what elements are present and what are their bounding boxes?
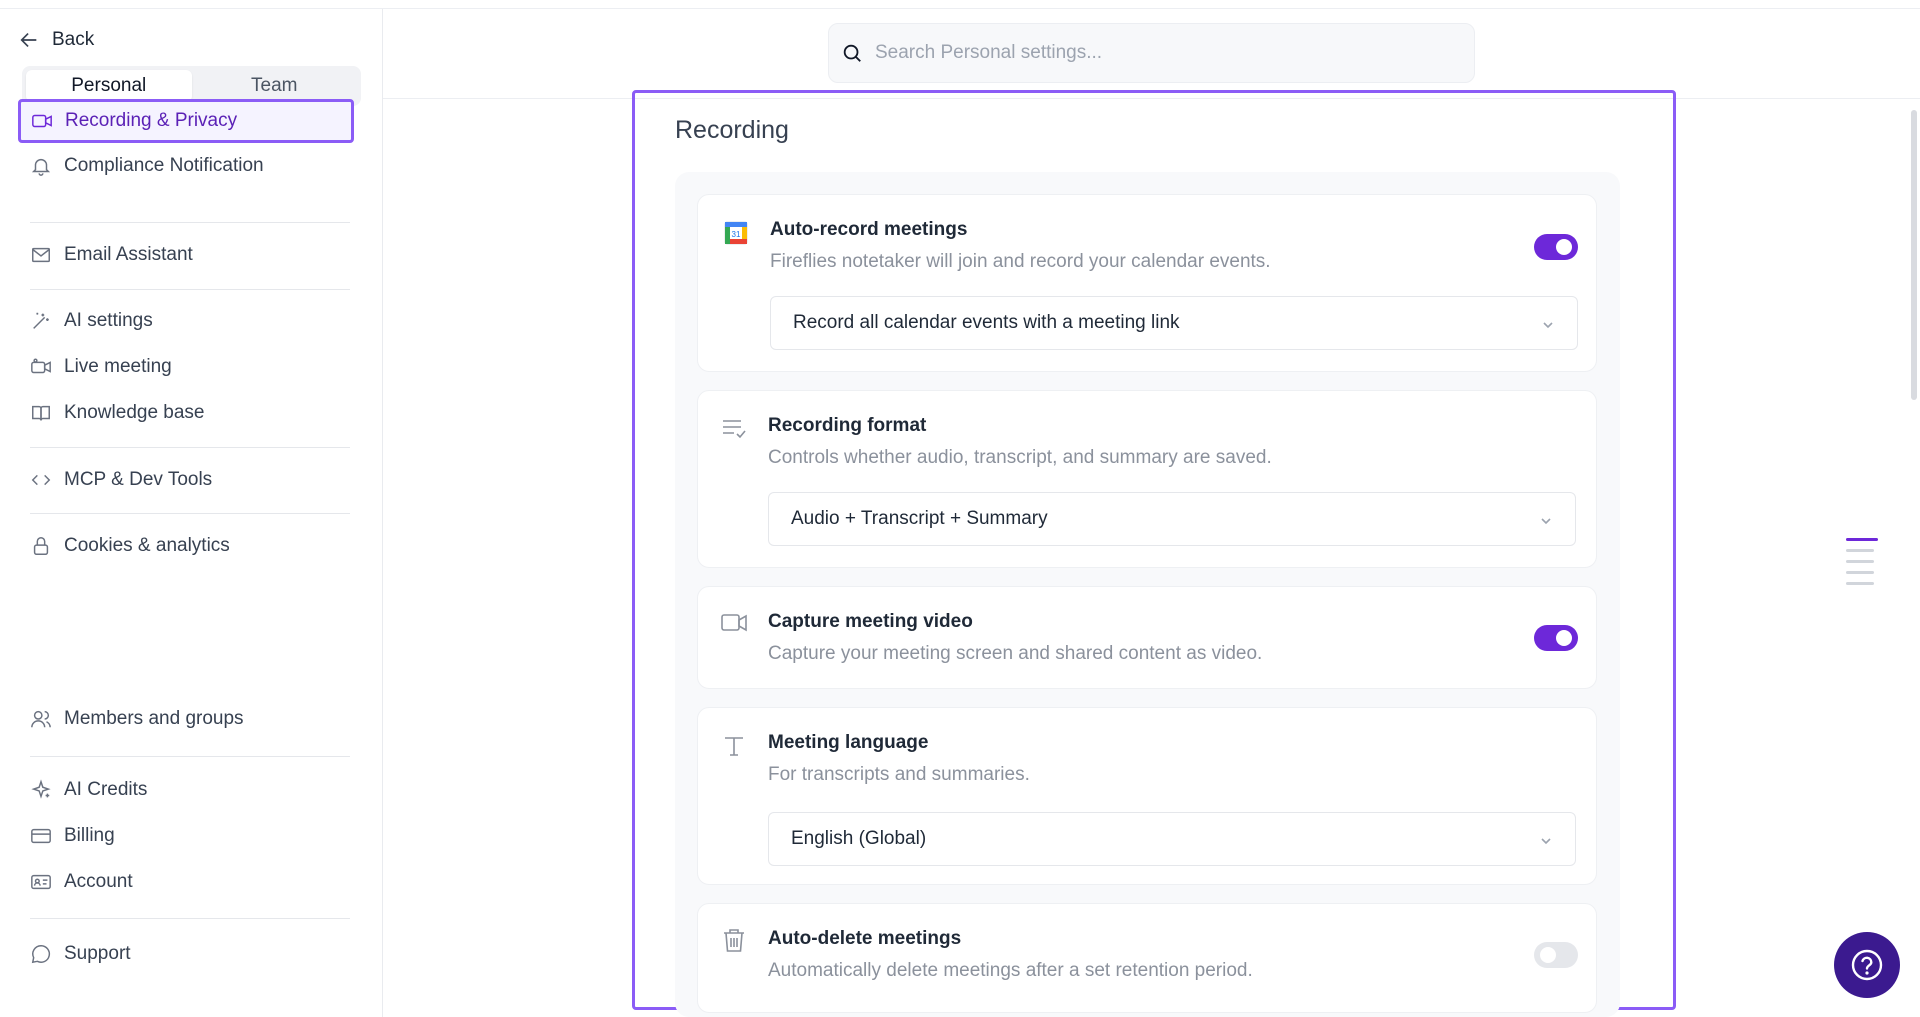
setting-title: Auto-record meetings bbox=[770, 219, 968, 240]
sidebar-item-support[interactable]: Support bbox=[18, 932, 354, 976]
sidebar-item-billing[interactable]: Billing bbox=[18, 814, 354, 858]
sidebar-divider bbox=[30, 918, 350, 919]
sidebar-item-ai-credits[interactable]: AI Credits bbox=[18, 768, 354, 812]
sidebar-item-label: Knowledge base bbox=[64, 402, 205, 423]
sidebar-item-label: Cookies & analytics bbox=[64, 535, 230, 556]
setting-card-auto-delete: Auto-delete meetings Automatically delet… bbox=[697, 903, 1597, 1013]
mail-icon bbox=[32, 247, 50, 263]
setting-card-meeting-language: Meeting language For transcripts and sum… bbox=[697, 707, 1597, 885]
magic-wand-icon bbox=[33, 312, 49, 329]
chevron-down-icon bbox=[1539, 512, 1553, 526]
text-icon bbox=[720, 732, 748, 760]
setting-card-recording-format: Recording format Controls whether audio,… bbox=[697, 390, 1597, 568]
bell-icon bbox=[31, 158, 51, 176]
sidebar-item-label: AI Credits bbox=[64, 779, 148, 800]
sidebar-item-compliance-notification[interactable]: Compliance Notification bbox=[18, 144, 354, 188]
section-marker-active[interactable] bbox=[1846, 538, 1878, 541]
sidebar-divider bbox=[30, 289, 350, 290]
question-circle-icon bbox=[1851, 949, 1883, 981]
search-icon bbox=[843, 44, 861, 62]
setting-description: Controls whether audio, transcript, and … bbox=[768, 447, 1272, 468]
sparkle-icon bbox=[31, 779, 51, 799]
section-title: Recording bbox=[675, 116, 789, 144]
setting-description: Fireflies notetaker will join and record… bbox=[770, 251, 1271, 272]
sidebar-item-mcp-dev-tools[interactable]: MCP & Dev Tools bbox=[18, 458, 354, 502]
lock-icon bbox=[33, 537, 49, 555]
users-icon bbox=[31, 710, 51, 728]
auto-record-select[interactable]: Record all calendar events with a meetin… bbox=[770, 296, 1578, 350]
help-button[interactable] bbox=[1834, 932, 1900, 998]
setting-title: Recording format bbox=[768, 415, 927, 436]
sidebar-item-label: MCP & Dev Tools bbox=[64, 469, 213, 490]
sidebar-divider bbox=[30, 513, 350, 514]
sidebar-item-knowledge-base[interactable]: Knowledge base bbox=[18, 391, 354, 435]
sidebar-item-members-groups[interactable]: Members and groups bbox=[18, 697, 354, 741]
scrollbar[interactable] bbox=[1911, 110, 1917, 400]
setting-title: Capture meeting video bbox=[768, 611, 973, 632]
setting-card-capture-video: Capture meeting video Capture your meeti… bbox=[697, 586, 1597, 689]
list-check-icon bbox=[720, 415, 748, 443]
chat-bubble-icon bbox=[31, 945, 51, 964]
sidebar-item-recording-privacy[interactable]: Recording & Privacy bbox=[18, 99, 354, 143]
back-label: Back bbox=[52, 29, 95, 50]
arrow-left-icon bbox=[20, 32, 37, 48]
setting-card-auto-record: 31 Auto-record meetings Fireflies noteta… bbox=[697, 194, 1597, 372]
setting-title: Auto-delete meetings bbox=[768, 928, 962, 949]
section-marker[interactable] bbox=[1846, 582, 1874, 585]
sidebar-item-label: Members and groups bbox=[64, 708, 244, 729]
capture-video-toggle[interactable] bbox=[1534, 625, 1578, 651]
live-video-icon bbox=[31, 358, 51, 374]
sidebar-divider bbox=[30, 222, 350, 223]
sidebar-item-label: Compliance Notification bbox=[64, 155, 264, 176]
sidebar-item-label: Billing bbox=[64, 825, 115, 846]
sidebar-divider bbox=[30, 756, 350, 757]
book-icon bbox=[32, 405, 50, 421]
section-marker[interactable] bbox=[1846, 571, 1874, 574]
sidebar-item-label: Support bbox=[64, 943, 131, 964]
search-input[interactable] bbox=[875, 42, 1455, 64]
sidebar-item-email-assistant[interactable]: Email Assistant bbox=[18, 233, 354, 277]
auto-delete-toggle[interactable] bbox=[1534, 942, 1578, 968]
sidebar-item-label: Live meeting bbox=[64, 356, 172, 377]
search-box bbox=[828, 23, 1475, 83]
tab-personal[interactable]: Personal bbox=[26, 70, 192, 102]
setting-title: Meeting language bbox=[768, 732, 929, 753]
sidebar: Back Personal Team Recording & Privacy C… bbox=[0, 9, 383, 1017]
back-button[interactable]: Back bbox=[18, 25, 94, 55]
sidebar-item-account[interactable]: Account bbox=[18, 860, 354, 904]
recording-format-select[interactable]: Audio + Transcript + Summary bbox=[768, 492, 1576, 546]
sidebar-item-label: Recording & Privacy bbox=[65, 110, 238, 131]
sidebar-item-cookies-analytics[interactable]: Cookies & analytics bbox=[18, 524, 354, 568]
google-calendar-icon: 31 bbox=[722, 219, 750, 247]
select-value: English (Global) bbox=[791, 828, 927, 849]
video-icon bbox=[32, 114, 52, 128]
id-card-icon bbox=[31, 874, 51, 890]
credit-card-icon bbox=[31, 828, 51, 844]
tab-team[interactable]: Team bbox=[192, 70, 358, 102]
svg-text:31: 31 bbox=[732, 230, 741, 239]
auto-record-toggle[interactable] bbox=[1534, 234, 1578, 260]
sidebar-item-label: AI settings bbox=[64, 310, 153, 331]
sidebar-divider bbox=[30, 447, 350, 448]
sidebar-item-label: Email Assistant bbox=[64, 244, 193, 265]
select-value: Record all calendar events with a meetin… bbox=[793, 312, 1180, 333]
chevron-down-icon bbox=[1541, 316, 1555, 330]
code-icon bbox=[31, 474, 51, 486]
setting-description: Capture your meeting screen and shared c… bbox=[768, 643, 1263, 664]
top-border bbox=[0, 0, 1920, 9]
section-marker[interactable] bbox=[1846, 560, 1874, 563]
sidebar-item-label: Account bbox=[64, 871, 133, 892]
section-marker[interactable] bbox=[1846, 549, 1874, 552]
trash-icon bbox=[720, 926, 748, 954]
select-value: Audio + Transcript + Summary bbox=[791, 508, 1048, 529]
setting-description: Automatically delete meetings after a se… bbox=[768, 960, 1253, 981]
header bbox=[383, 9, 1920, 99]
chevron-down-icon bbox=[1539, 832, 1553, 846]
sidebar-item-live-meeting[interactable]: Live meeting bbox=[18, 345, 354, 389]
meeting-language-select[interactable]: English (Global) bbox=[768, 812, 1576, 866]
video-icon bbox=[720, 609, 748, 637]
sidebar-item-ai-settings[interactable]: AI settings bbox=[18, 299, 354, 343]
setting-description: For transcripts and summaries. bbox=[768, 764, 1030, 785]
